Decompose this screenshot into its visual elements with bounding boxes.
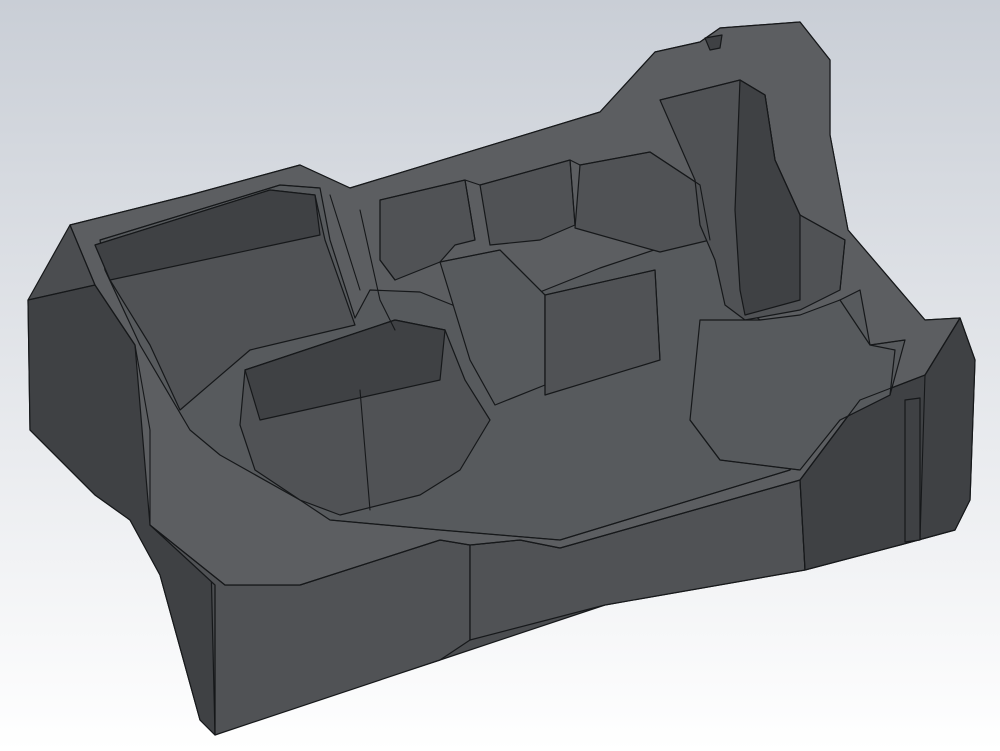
cad-render [0,0,1000,751]
right-end-slot [904,397,921,543]
cad-viewport[interactable] [0,0,1000,751]
